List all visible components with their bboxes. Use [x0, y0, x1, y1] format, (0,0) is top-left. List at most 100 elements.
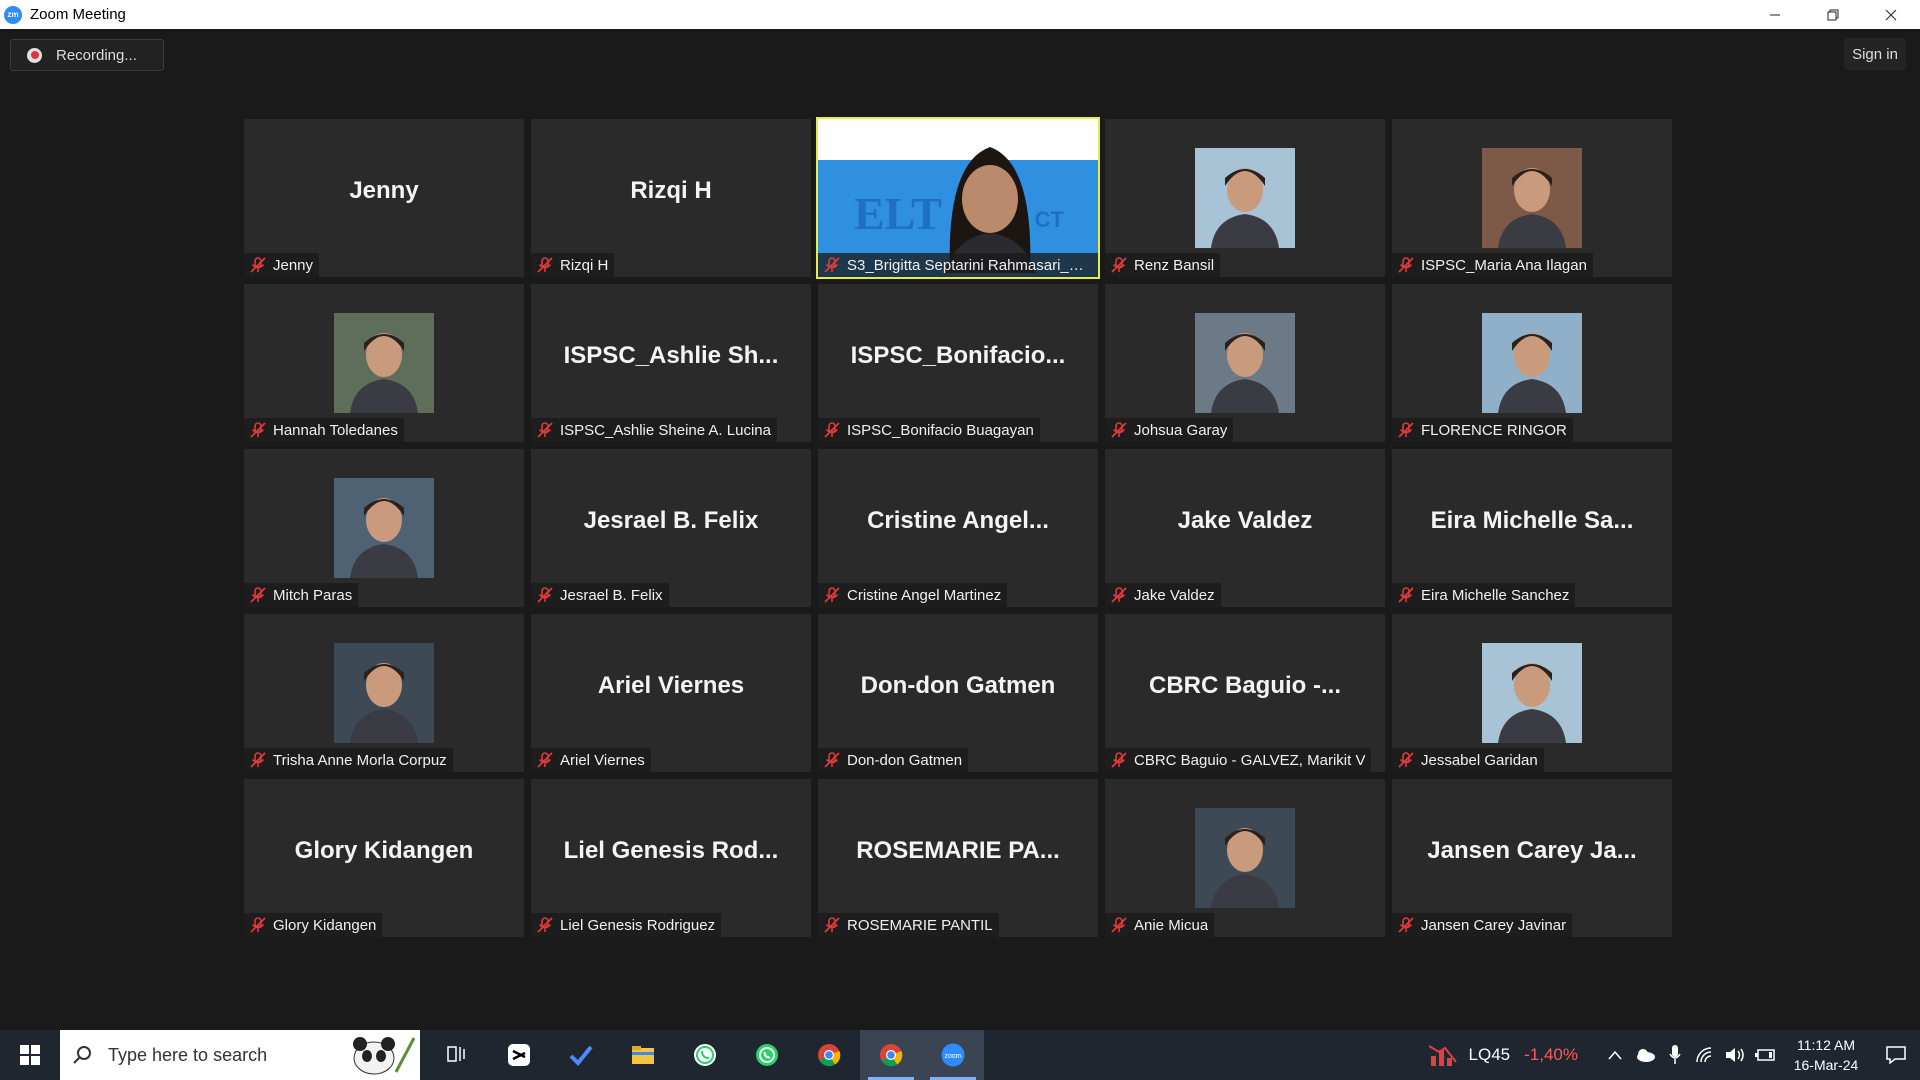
taskbar-app-zoom[interactable]: zoom	[922, 1030, 984, 1080]
participant-tile-active-speaker[interactable]: ELT CT S3_Brigitta Septarini Rahmasari_220…	[816, 117, 1100, 279]
participant-tile[interactable]: CBRC Baguio -... CBRC Baguio - GALVEZ, Ma…	[1105, 614, 1385, 772]
microphone-muted-icon	[537, 587, 553, 603]
participant-tile[interactable]: Glory Kidangen Glory Kidangen	[244, 779, 524, 937]
stock-widget[interactable]: LQ45 -1,40%	[1428, 1042, 1578, 1068]
minimize-button[interactable]	[1746, 0, 1804, 29]
microphone-muted-icon	[250, 587, 266, 603]
microphone-muted-icon	[537, 752, 553, 768]
participant-tile[interactable]: Johsua Garay	[1105, 284, 1385, 442]
chrome-icon	[818, 1044, 841, 1067]
participant-photo	[334, 313, 434, 413]
participant-photo	[1195, 148, 1295, 248]
participant-tile[interactable]: Ariel Viernes Ariel Viernes	[531, 614, 811, 772]
show-hidden-icons-button[interactable]	[1600, 1030, 1630, 1080]
taskbar-app-chrome[interactable]	[860, 1030, 922, 1080]
participant-tile[interactable]: Jenny Jenny	[244, 119, 524, 277]
taskbar-app-task-view[interactable]	[426, 1030, 488, 1080]
sign-in-button[interactable]: Sign in	[1844, 38, 1906, 70]
participant-display-name: Don-don Gatmen	[860, 672, 1056, 699]
taskbar-app-whatsapp[interactable]	[674, 1030, 736, 1080]
notifications-button[interactable]	[1872, 1030, 1920, 1080]
participant-nameplate: ROSEMARIE PANTIL	[818, 913, 999, 937]
battery-button[interactable]	[1750, 1030, 1780, 1080]
taskbar-app-todo[interactable]	[550, 1030, 612, 1080]
whatsapp-business-icon	[756, 1044, 778, 1066]
record-icon	[27, 47, 42, 63]
microphone-muted-icon	[250, 257, 266, 273]
participant-tile[interactable]: ISPSC_Bonifacio... ISPSC_Bonifacio Buagay…	[818, 284, 1098, 442]
participant-name: Jessabel Garidan	[1421, 751, 1538, 769]
zoom-icon: zoom	[941, 1043, 965, 1067]
participant-nameplate: Jansen Carey Javinar	[1392, 913, 1573, 937]
participant-name: Cristine Angel Martinez	[847, 586, 1002, 604]
restore-button[interactable]	[1804, 0, 1862, 29]
taskbar-app-file-explorer[interactable]	[612, 1030, 674, 1080]
taskbar-search-box[interactable]: Type here to search	[60, 1030, 420, 1080]
file-explorer-icon	[632, 1046, 654, 1064]
participant-name: Mitch Paras	[273, 586, 353, 604]
participant-name: Hannah Toledanes	[273, 421, 398, 439]
participant-tile[interactable]: Anie Micua	[1105, 779, 1385, 937]
volume-button[interactable]	[1720, 1030, 1750, 1080]
participant-tile[interactable]: Renz Bansil	[1105, 119, 1385, 277]
participant-tile[interactable]: Jake Valdez Jake Valdez	[1105, 449, 1385, 607]
participant-tile[interactable]: Liel Genesis Rod... Liel Genesis Rodrigue…	[531, 779, 811, 937]
recording-indicator[interactable]: Recording...	[10, 39, 164, 71]
participant-name: Jansen Carey Javinar	[1421, 916, 1567, 934]
participant-name: Rizqi H	[560, 256, 609, 274]
participant-name: Eira Michelle Sanchez	[1421, 586, 1570, 604]
speaker-video	[944, 147, 1036, 273]
microphone-muted-icon	[250, 422, 266, 438]
participant-tile[interactable]: Hannah Toledanes	[244, 284, 524, 442]
start-button[interactable]	[0, 1030, 60, 1080]
microphone-muted-icon	[250, 752, 266, 768]
participant-tile[interactable]: FLORENCE RINGOR	[1392, 284, 1672, 442]
participant-tile[interactable]: Don-don Gatmen Don-don Gatmen	[818, 614, 1098, 772]
participant-nameplate: Eira Michelle Sanchez	[1392, 583, 1576, 607]
onedrive-button[interactable]	[1630, 1030, 1660, 1080]
microphone-muted-icon	[1398, 917, 1414, 933]
microphone-muted-icon	[824, 917, 840, 933]
participant-tile[interactable]: Jesrael B. Felix Jesrael B. Felix	[531, 449, 811, 607]
participant-photo	[1482, 643, 1582, 743]
participant-display-name: Jenny	[349, 177, 419, 204]
participant-tile[interactable]: Trisha Anne Morla Corpuz	[244, 614, 524, 772]
window-title: Zoom Meeting	[30, 6, 126, 23]
participant-tile[interactable]: Eira Michelle Sa... Eira Michelle Sanchez	[1392, 449, 1672, 607]
participant-nameplate: Ariel Viernes	[531, 748, 651, 772]
participant-name: Don-don Gatmen	[847, 751, 963, 769]
participant-tile[interactable]: Rizqi H Rizqi H	[531, 119, 811, 277]
participant-tile[interactable]: ROSEMARIE PA... ROSEMARIE PANTIL	[818, 779, 1098, 937]
participant-display-name: Glory Kidangen	[294, 837, 474, 864]
participant-tile[interactable]: ISPSC_Ashlie Sh... ISPSC_Ashlie Sheine A.…	[531, 284, 811, 442]
participant-display-name: ISPSC_Bonifacio...	[850, 342, 1066, 369]
window-controls	[1746, 0, 1920, 29]
participant-tile[interactable]: Jansen Carey Ja... Jansen Carey Javinar	[1392, 779, 1672, 937]
participant-tile[interactable]: Cristine Angel... Cristine Angel Martinez	[818, 449, 1098, 607]
network-button[interactable]	[1690, 1030, 1720, 1080]
participant-photo	[334, 478, 434, 578]
microphone-button[interactable]	[1660, 1030, 1690, 1080]
taskbar-app-capcut[interactable]	[488, 1030, 550, 1080]
participant-nameplate: CBRC Baguio - GALVEZ, Marikit V	[1105, 748, 1372, 772]
system-tray: LQ45 -1,40% 11:12 AM 16-Mar-24	[1428, 1030, 1920, 1080]
participant-display-name: Rizqi H	[630, 177, 712, 204]
taskbar-app-chrome[interactable]	[798, 1030, 860, 1080]
taskbar-app-whatsapp-business[interactable]	[736, 1030, 798, 1080]
taskbar-clock[interactable]: 11:12 AM 16-Mar-24	[1780, 1035, 1872, 1075]
notification-icon	[1886, 1046, 1906, 1064]
participant-display-name: Jesrael B. Felix	[583, 507, 759, 534]
search-highlight-panda-icon	[353, 1037, 416, 1075]
close-button[interactable]	[1862, 0, 1920, 29]
microphone-muted-icon	[1111, 587, 1127, 603]
participant-name: CBRC Baguio - GALVEZ, Marikit V	[1134, 751, 1366, 769]
task-view-icon	[447, 1046, 465, 1062]
participant-name: Renz Bansil	[1134, 256, 1215, 274]
participant-tile[interactable]: Jessabel Garidan	[1392, 614, 1672, 772]
participant-name: ROSEMARIE PANTIL	[847, 916, 993, 934]
microphone-muted-icon	[537, 257, 553, 273]
participant-tile[interactable]: Mitch Paras	[244, 449, 524, 607]
participant-nameplate: ISPSC_Ashlie Sheine A. Lucina	[531, 418, 777, 442]
participant-name: Anie Micua	[1134, 916, 1209, 934]
participant-tile[interactable]: ISPSC_Maria Ana Ilagan	[1392, 119, 1672, 277]
